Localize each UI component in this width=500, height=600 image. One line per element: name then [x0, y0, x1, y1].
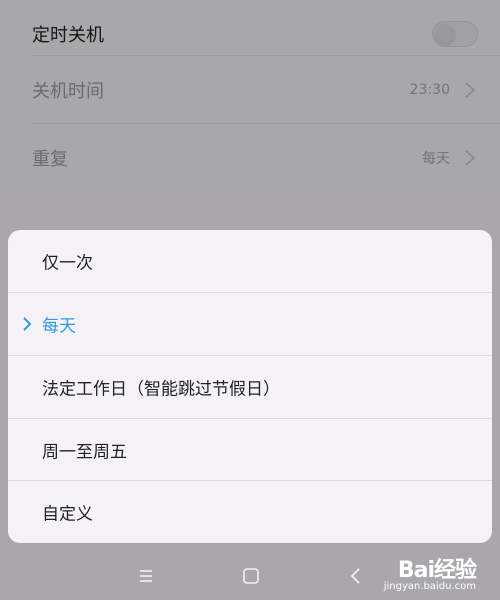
repeat-options-sheet: 仅一次 每天 法定工作日（智能跳过节假日） 周一至周五 自定义 [8, 230, 492, 543]
option-every-day[interactable]: 每天 [8, 293, 492, 355]
option-label: 自定义 [42, 504, 93, 525]
option-workdays-legal[interactable]: 法定工作日（智能跳过节假日） [8, 356, 492, 418]
dim-overlay[interactable] [0, 0, 500, 190]
option-once[interactable]: 仅一次 [8, 230, 492, 292]
option-label: 每天 [42, 316, 76, 337]
option-label: 法定工作日（智能跳过节假日） [42, 379, 280, 400]
option-label: 仅一次 [42, 253, 93, 274]
chevron-right-icon [23, 317, 32, 331]
menu-icon[interactable] [135, 565, 157, 587]
watermark-brand: Bai经验 [397, 558, 477, 583]
watermark-url: jingyan.baidu.com [383, 581, 476, 592]
home-icon[interactable] [240, 565, 262, 587]
baidu-jingyan-watermark: Bai经验 jingyan.baidu.com [360, 552, 480, 592]
option-custom[interactable]: 自定义 [8, 481, 492, 543]
option-label: 周一至周五 [42, 442, 127, 463]
option-mon-to-fri[interactable]: 周一至周五 [8, 419, 492, 481]
